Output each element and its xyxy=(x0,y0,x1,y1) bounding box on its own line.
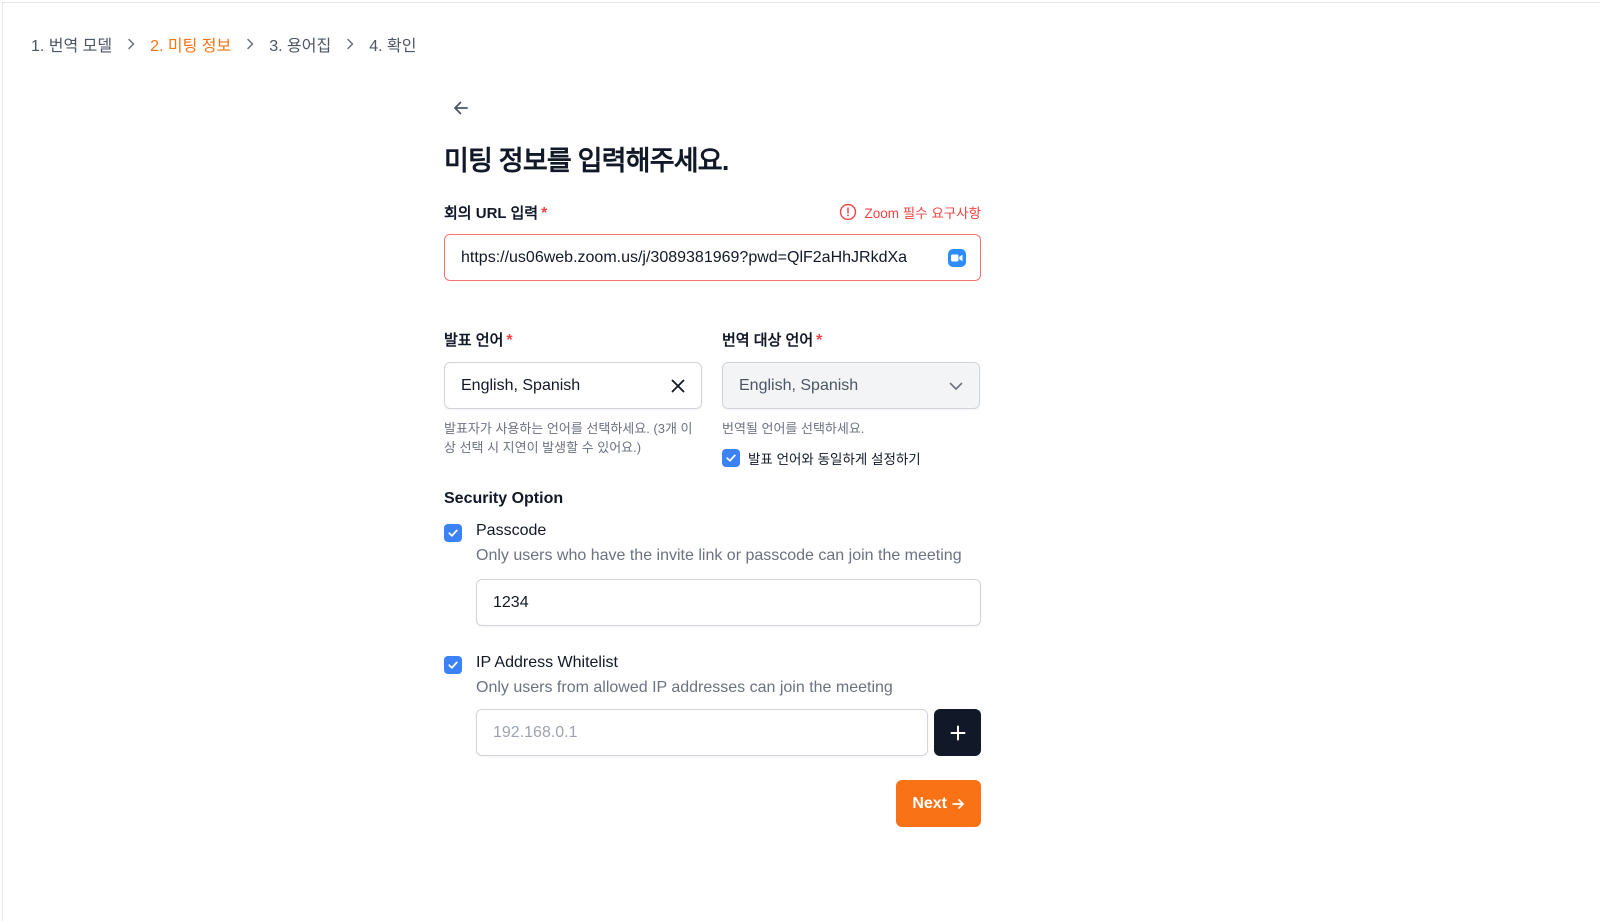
required-mark: * xyxy=(506,332,513,349)
same-as-source-option[interactable]: 발표 언어와 동일하게 설정하기 xyxy=(722,448,980,468)
breadcrumb-step-confirm[interactable]: 4. 확인 xyxy=(369,32,416,56)
chevron-down-icon xyxy=(949,382,963,390)
ip-whitelist-option-body: IP Address Whitelist Only users from all… xyxy=(476,654,981,756)
check-icon xyxy=(448,661,458,669)
target-language-select[interactable]: English, Spanish xyxy=(722,362,980,409)
next-button[interactable]: Next xyxy=(896,780,981,827)
passcode-label: Passcode xyxy=(476,522,547,539)
passcode-option-body: Passcode Only users who have the invite … xyxy=(476,522,981,626)
check-icon xyxy=(726,454,736,462)
language-row: 발표 언어 * English, Spanish 발표자가 사용하는 언어를 선택… xyxy=(444,329,981,468)
security-option-title: Security Option xyxy=(444,490,564,507)
arrow-left-icon xyxy=(454,101,468,115)
ip-whitelist-checkbox[interactable] xyxy=(444,656,462,674)
back-button[interactable] xyxy=(448,95,474,121)
target-language-hint: 번역될 언어를 선택하세요. xyxy=(722,421,865,436)
required-mark: * xyxy=(816,332,823,349)
zoom-requirements-label: Zoom 필수 요구사항 xyxy=(864,206,981,221)
ip-whitelist-label: IP Address Whitelist xyxy=(476,654,618,671)
source-language-label: 발표 언어 xyxy=(444,332,504,349)
source-language-select[interactable]: English, Spanish xyxy=(444,362,702,409)
meeting-url-label: 회의 URL 입력 xyxy=(444,204,539,222)
clear-icon[interactable] xyxy=(669,377,687,395)
target-language-label: 번역 대상 언어 xyxy=(722,332,814,349)
target-language-column: 번역 대상 언어 * English, Spanish 번역될 언어를 선택하세요… xyxy=(722,329,980,468)
ip-whitelist-option: IP Address Whitelist Only users from all… xyxy=(444,654,981,756)
app-frame: 1. 번역 모델 2. 미팅 정보 3. 용어집 4. 확인 미팅 정보를 입력… xyxy=(2,2,1600,921)
plus-icon xyxy=(950,725,965,740)
meeting-info-form: 미팅 정보를 입력해주세요. 회의 URL 입력* Zoom 필수 요구사항 xyxy=(444,95,981,827)
breadcrumb-step-model[interactable]: 1. 번역 모델 xyxy=(31,32,112,56)
source-language-hint: 발표자가 사용하는 언어를 선택하세요. (3개 이상 선택 시 지연이 발생할… xyxy=(444,421,693,455)
breadcrumb-step-meeting-info[interactable]: 2. 미팅 정보 xyxy=(150,32,231,56)
meeting-url-input[interactable] xyxy=(461,248,936,267)
passcode-field[interactable] xyxy=(476,579,981,626)
meeting-url-label-group: 회의 URL 입력 * xyxy=(444,202,547,223)
target-language-value: English, Spanish xyxy=(739,376,859,394)
chevron-right-icon xyxy=(231,37,269,51)
required-mark: * xyxy=(541,204,548,222)
passcode-option: Passcode Only users who have the invite … xyxy=(444,522,981,626)
form-actions: Next xyxy=(444,780,981,827)
breadcrumb-step-glossary[interactable]: 3. 용어집 xyxy=(269,32,331,56)
passcode-input[interactable] xyxy=(493,593,964,612)
passcode-description: Only users who have the invite link or p… xyxy=(476,547,962,564)
same-as-source-label: 발표 언어와 동일하게 설정하기 xyxy=(748,452,921,467)
chevron-right-icon xyxy=(331,37,369,51)
same-as-source-checkbox[interactable] xyxy=(722,449,740,467)
breadcrumb: 1. 번역 모델 2. 미팅 정보 3. 용어집 4. 확인 xyxy=(31,33,416,55)
page-title: 미팅 정보를 입력해주세요. xyxy=(444,146,729,176)
ip-address-field[interactable] xyxy=(476,709,928,756)
chevron-right-icon xyxy=(112,37,150,51)
arrow-right-icon xyxy=(952,798,964,809)
meeting-url-field[interactable] xyxy=(444,234,981,281)
next-button-label: Next xyxy=(912,794,947,812)
zoom-requirements-link[interactable]: Zoom 필수 요구사항 xyxy=(839,202,981,222)
add-ip-button[interactable] xyxy=(934,709,981,756)
ip-whitelist-description: Only users from allowed IP addresses can… xyxy=(476,679,893,696)
zoom-logo-icon xyxy=(948,248,966,267)
meeting-url-label-row: 회의 URL 입력 * Zoom 필수 요구사항 xyxy=(444,202,981,222)
passcode-checkbox[interactable] xyxy=(444,524,462,542)
source-language-column: 발표 언어 * English, Spanish 발표자가 사용하는 언어를 선택… xyxy=(444,329,702,468)
check-icon xyxy=(448,529,458,537)
source-language-value: English, Spanish xyxy=(461,376,581,394)
alert-circle-icon xyxy=(840,203,857,221)
ip-input-row xyxy=(476,709,981,756)
ip-address-input[interactable] xyxy=(493,723,911,742)
